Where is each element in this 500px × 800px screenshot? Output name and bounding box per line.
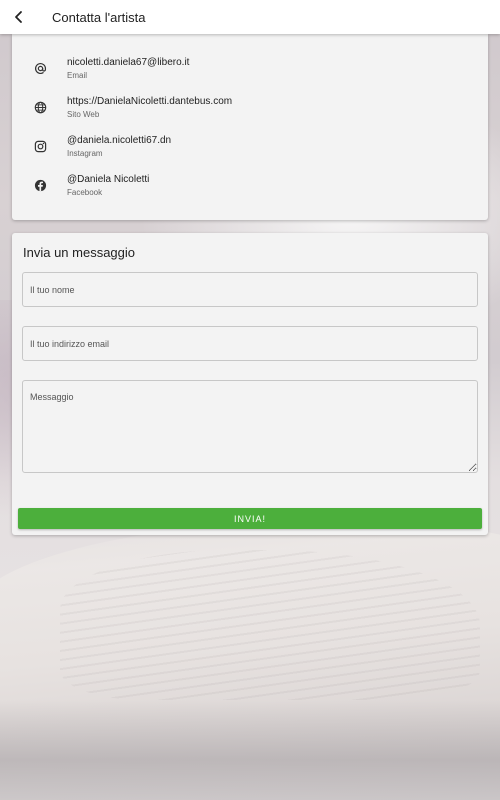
contact-website[interactable]: https://DanielaNicoletti.dantebus.com Si…: [12, 91, 488, 130]
facebook-icon: [33, 178, 47, 192]
contact-value: nicoletti.daniela67@libero.it: [67, 57, 190, 68]
contact-instagram[interactable]: @daniela.nicoletti67.dn Instagram: [12, 130, 488, 169]
contact-value: @daniela.nicoletti67.dn: [67, 135, 172, 146]
contact-label: Sito Web: [67, 110, 100, 119]
contact-value: @Daniela Nicoletti: [67, 174, 150, 185]
message-textarea[interactable]: [22, 380, 478, 473]
contact-label: Facebook: [67, 188, 103, 197]
message-form-card: Invia un messaggio INVIA!: [12, 233, 488, 535]
contact-facebook[interactable]: @Daniela Nicoletti Facebook: [12, 169, 488, 208]
page-title: Contatta l'artista: [52, 9, 146, 25]
app-bar: Contatta l'artista: [0, 0, 500, 34]
contact-label: Instagram: [67, 149, 103, 158]
form-title: Invia un messaggio: [23, 245, 136, 260]
chevron-left-icon: [15, 11, 22, 23]
contact-label: Email: [67, 71, 88, 80]
back-button[interactable]: [0, 0, 38, 34]
email-input[interactable]: [22, 326, 478, 361]
contacts-card: nicoletti.daniela67@libero.it Email http…: [12, 34, 488, 220]
instagram-icon: [33, 139, 47, 153]
contact-value: https://DanielaNicoletti.dantebus.com: [67, 96, 233, 107]
contact-email[interactable]: nicoletti.daniela67@libero.it Email: [12, 52, 488, 91]
name-input[interactable]: [22, 272, 478, 307]
send-button[interactable]: INVIA!: [18, 508, 482, 529]
at-icon: [33, 61, 47, 75]
globe-icon: [33, 100, 47, 114]
